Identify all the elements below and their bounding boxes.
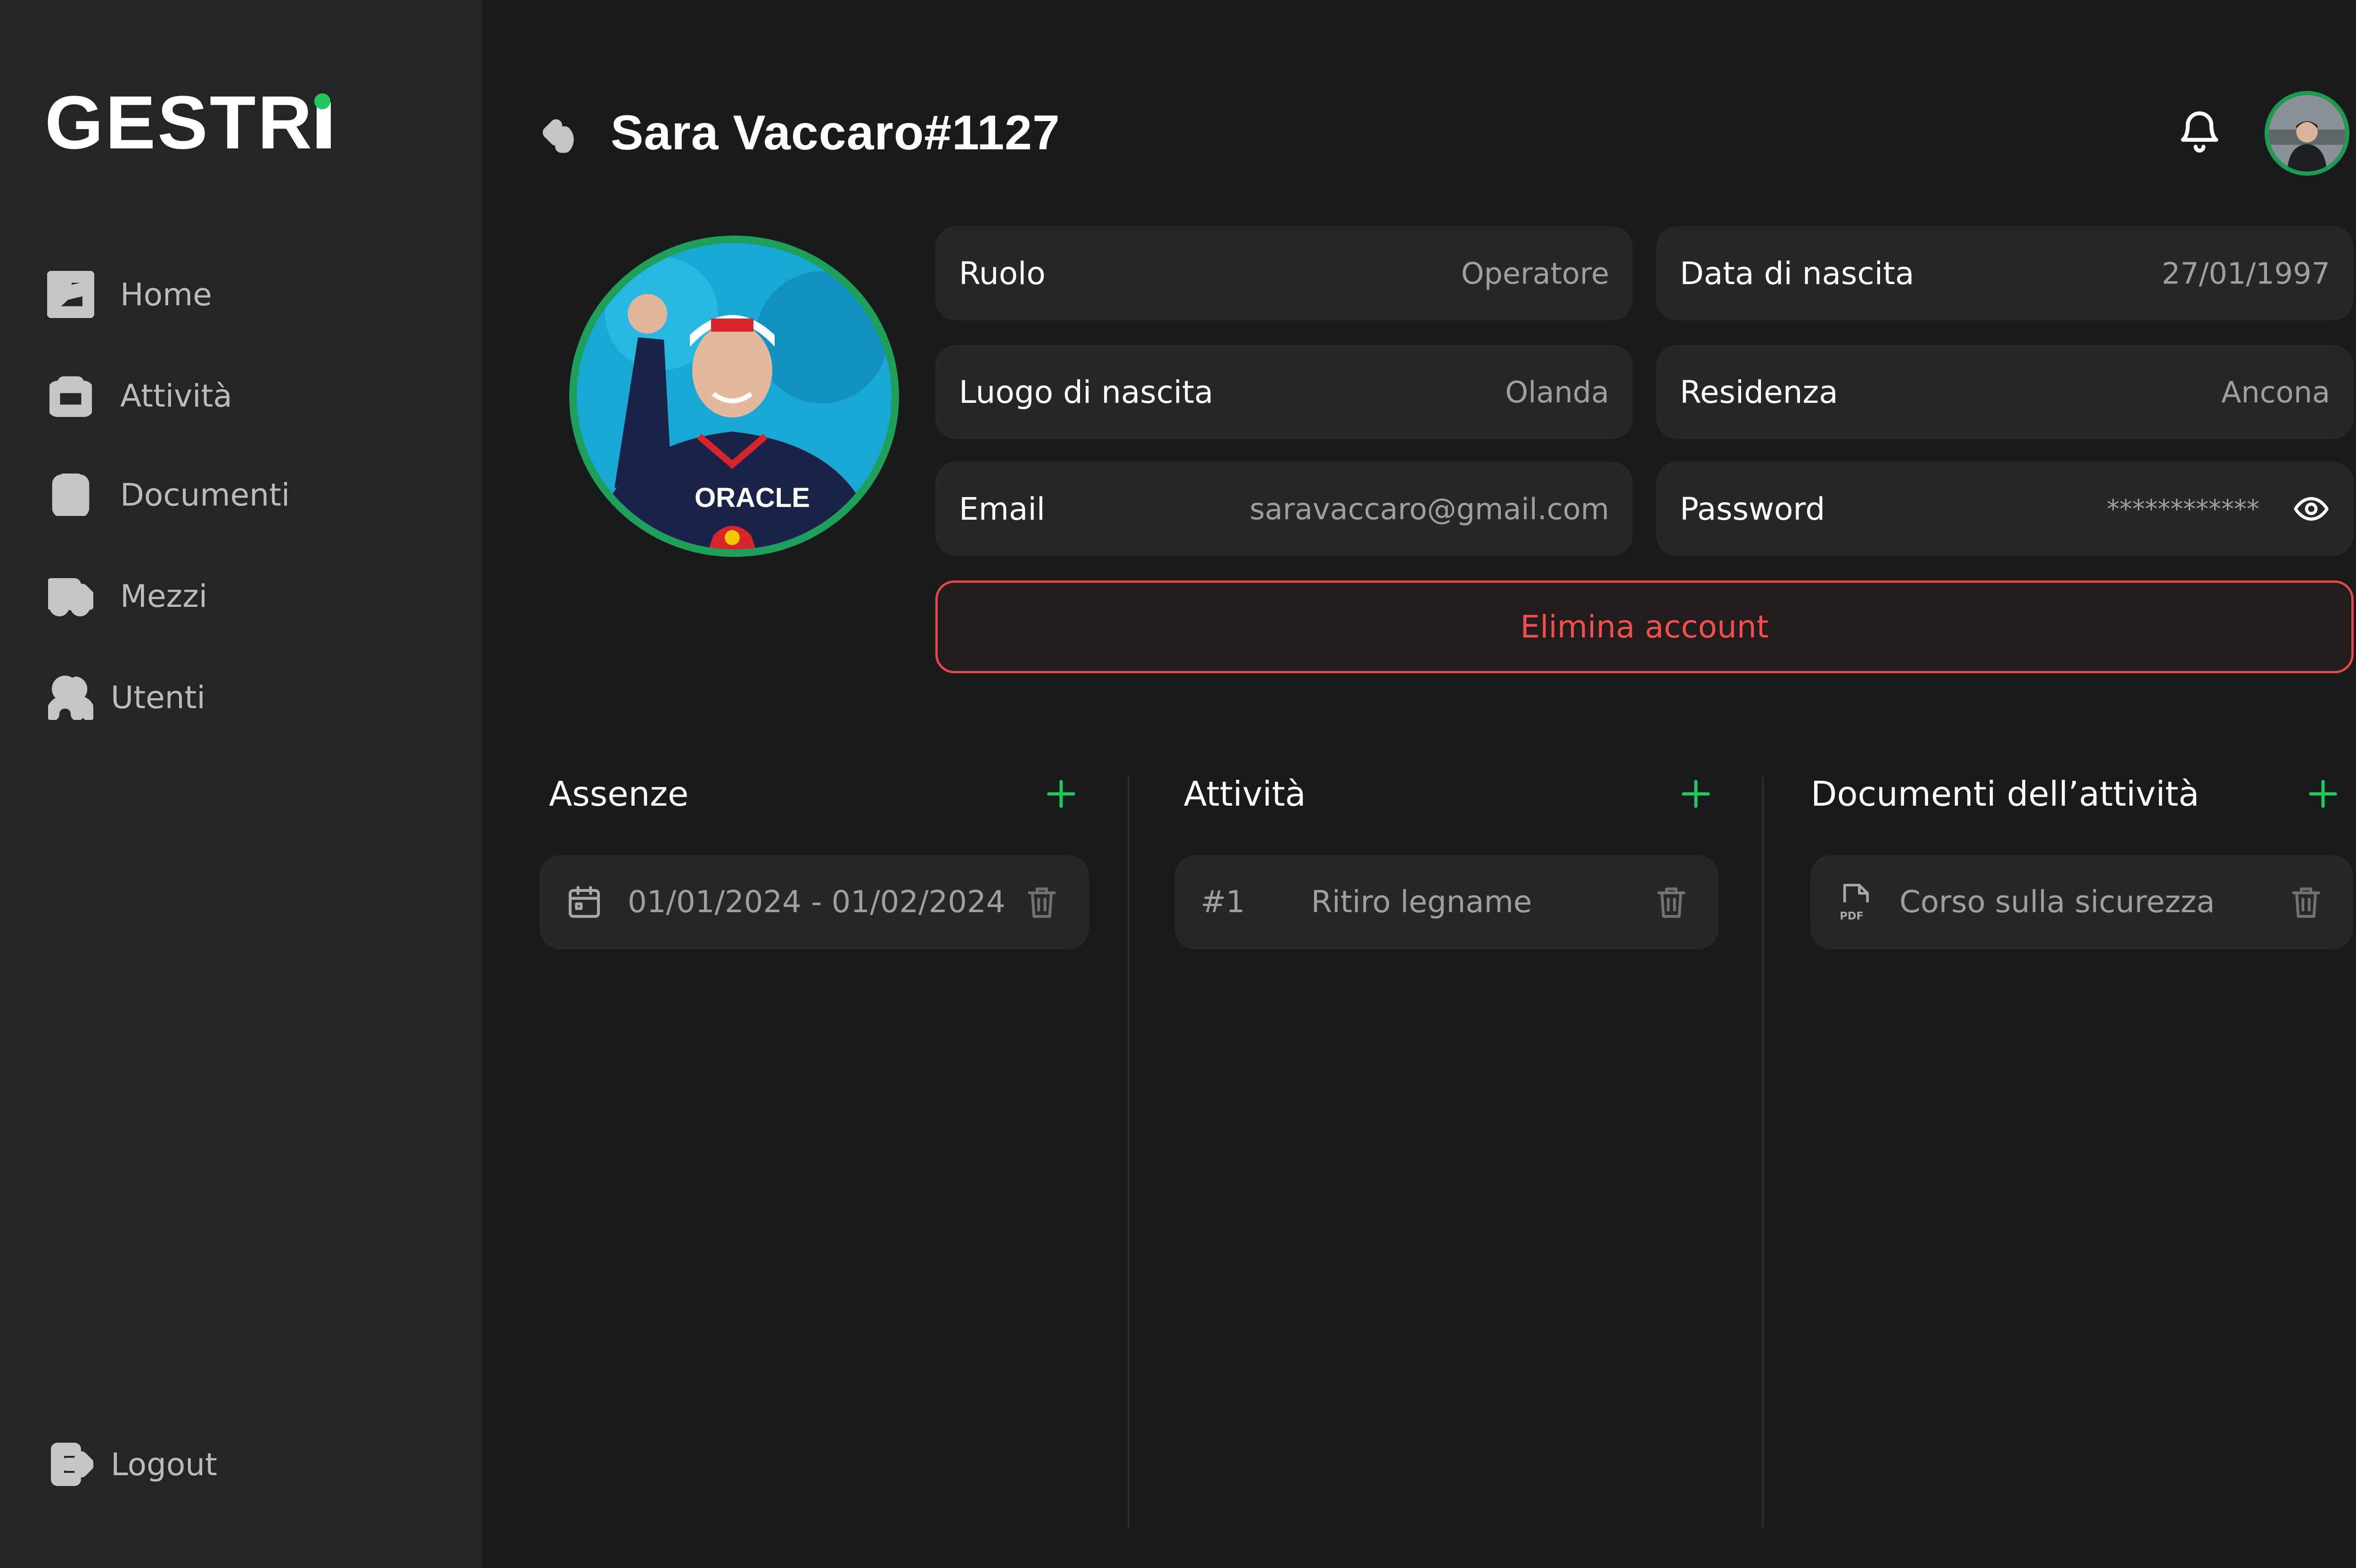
logout-button[interactable]: Logout — [45, 1436, 422, 1493]
svg-text:ORACLE: ORACLE — [695, 482, 810, 513]
users-icon — [45, 671, 97, 723]
sidebar-item-label: Attività — [120, 377, 232, 414]
sidebar: GESTR Home Attività Documenti Mezzi Uten… — [0, 0, 482, 1568]
trash-icon[interactable] — [1021, 881, 1063, 923]
field-email: Email saravaccaro@gmail.com — [935, 462, 1633, 556]
logout-icon — [45, 1438, 97, 1490]
calendar-icon — [565, 883, 603, 921]
field-data-di-nascita: Data di nascita 27/01/1997 — [1656, 226, 2354, 320]
field-value: Olanda — [1505, 375, 1609, 409]
absence-item[interactable]: 01/01/2024 - 01/02/2024 — [540, 855, 1089, 949]
sidebar-item-label: Mezzi — [120, 578, 208, 614]
trash-icon[interactable] — [2285, 881, 2327, 923]
field-luogo-di-nascita: Luogo di nascita Olanda — [935, 345, 1633, 439]
field-value: Ancona — [2221, 375, 2330, 409]
field-value: saravaccaro@gmail.com — [1249, 491, 1609, 526]
sidebar-item-documenti[interactable]: Documenti — [45, 466, 422, 523]
section-title: Attività — [1184, 774, 1306, 814]
section-header-assenze: Assenze — [549, 768, 1082, 820]
field-ruolo: Ruolo Operatore — [935, 226, 1633, 320]
section-header-attivita: Attività — [1184, 768, 1717, 820]
divider — [1762, 776, 1764, 1528]
svg-text:PDF: PDF — [1840, 910, 1864, 922]
field-label: Password — [1680, 490, 1825, 527]
truck-icon — [45, 570, 97, 622]
field-value: Operatore — [1461, 256, 1609, 291]
layout-icon — [45, 269, 97, 320]
add-absence-button[interactable] — [1040, 773, 1082, 815]
activity-item[interactable]: #1 Ritiro legname — [1175, 855, 1718, 949]
back-button[interactable] — [542, 113, 584, 155]
sidebar-item-label: Home — [120, 276, 212, 313]
trash-icon[interactable] — [1650, 881, 1693, 923]
avatar[interactable] — [2265, 91, 2349, 176]
add-document-button[interactable] — [2302, 773, 2344, 815]
field-label: Email — [959, 490, 1046, 527]
logout-label: Logout — [111, 1446, 217, 1483]
document-name: Corso sulla sicurezza — [1899, 885, 2215, 920]
pdf-file-icon: PDF — [1836, 881, 1876, 923]
sidebar-item-label: Documenti — [120, 476, 290, 513]
sidebar-item-attivita[interactable]: Attività — [45, 368, 422, 424]
document-item[interactable]: PDF Corso sulla sicurezza — [1810, 855, 2353, 949]
delete-account-button[interactable]: Elimina account — [935, 580, 2354, 673]
activity-name: Ritiro legname — [1311, 885, 1532, 920]
field-label: Residenza — [1680, 374, 1838, 410]
field-password: Password ************ — [1656, 462, 2354, 556]
page-title: Sara Vaccaro#1127 — [611, 106, 1060, 160]
field-label: Luogo di nascita — [959, 374, 1213, 410]
app-logo: GESTR — [45, 80, 331, 165]
field-residenza: Residenza Ancona — [1656, 345, 2354, 439]
sidebar-item-home[interactable]: Home — [45, 266, 422, 323]
divider — [1128, 776, 1129, 1528]
password-value: ************ — [2107, 494, 2259, 524]
sidebar-item-utenti[interactable]: Utenti — [45, 669, 422, 726]
absence-dates: 01/01/2024 - 01/02/2024 — [628, 885, 1006, 920]
add-activity-button[interactable] — [1675, 773, 1717, 815]
section-header-documenti: Documenti dell’attività — [1811, 768, 2344, 820]
eye-icon[interactable] — [2292, 490, 2330, 528]
field-label: Data di nascita — [1680, 255, 1914, 292]
sidebar-item-mezzi[interactable]: Mezzi — [45, 568, 422, 624]
clipboard-icon — [45, 469, 97, 521]
field-label: Ruolo — [959, 255, 1046, 292]
bell-icon[interactable] — [2176, 107, 2223, 155]
profile-photo: ORACLE — [569, 236, 899, 557]
section-title: Assenze — [549, 774, 689, 814]
field-value: 27/01/1997 — [2161, 256, 2330, 291]
sidebar-item-label: Utenti — [111, 679, 205, 716]
activity-id: #1 — [1201, 885, 1245, 920]
briefcase-icon — [45, 370, 97, 422]
section-title: Documenti dell’attività — [1811, 774, 2200, 814]
